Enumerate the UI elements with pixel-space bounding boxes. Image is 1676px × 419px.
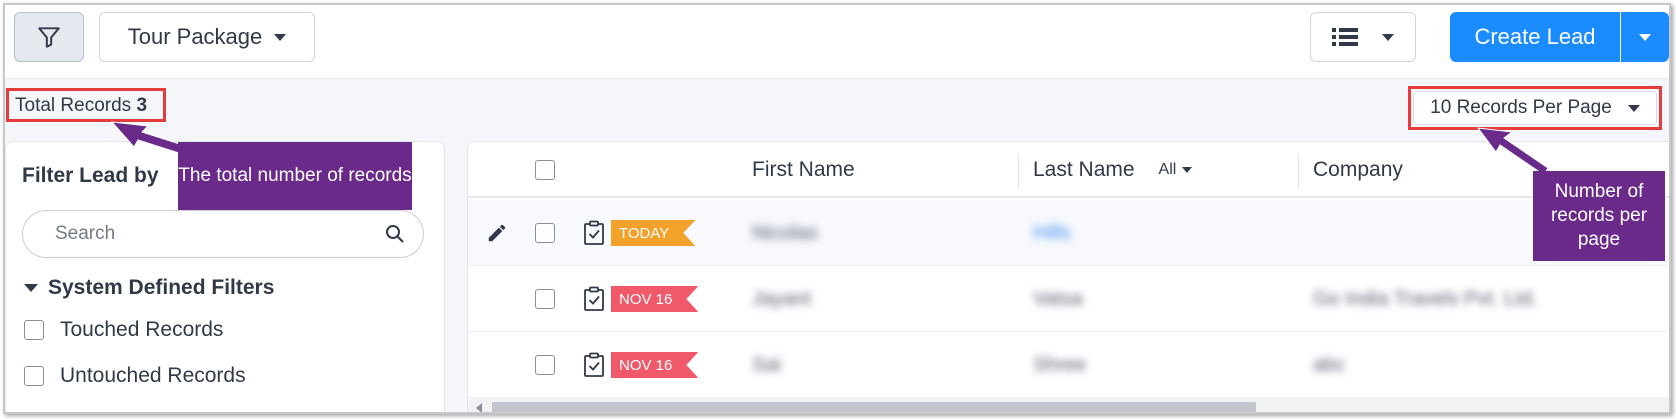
- company-cell: abc: [1313, 353, 1346, 376]
- funnel-icon: [38, 27, 60, 48]
- table-header: First Name Last Name All Company: [468, 142, 1669, 198]
- filter-option-untouched[interactable]: Untouched Records: [24, 364, 246, 388]
- search-icon: [386, 225, 404, 243]
- first-name-cell: Jayant: [752, 287, 811, 310]
- row-checkbox[interactable]: [535, 223, 555, 243]
- first-name-cell: Sai: [752, 353, 781, 376]
- search-placeholder: Search: [55, 223, 116, 244]
- column-header-company[interactable]: Company: [1313, 142, 1403, 198]
- filter-value: All: [1158, 161, 1177, 178]
- checkbox[interactable]: [24, 366, 44, 386]
- filter-option-label: Touched Records: [60, 318, 224, 341]
- column-divider[interactable]: [1298, 154, 1299, 188]
- date-badge: NOV 16: [611, 352, 698, 378]
- filter-toggle-button[interactable]: [14, 12, 84, 62]
- chevron-down-icon: [1182, 167, 1193, 173]
- custom-view-dropdown[interactable]: Tour Package: [99, 12, 315, 62]
- filter-option-label: Untouched Records: [60, 364, 246, 387]
- column-header-first-name[interactable]: First Name: [752, 142, 855, 198]
- row-select: [535, 332, 555, 398]
- status-badge: TODAY: [611, 220, 695, 246]
- row-select: [535, 200, 555, 266]
- filter-panel-title: Filter Lead by: [22, 164, 159, 187]
- edit-icon[interactable]: [486, 200, 508, 266]
- table-row[interactable]: TODAY Nicolas Hills: [468, 200, 1669, 266]
- row-select: [535, 266, 555, 332]
- per-page-highlight: [1408, 86, 1662, 130]
- checkbox[interactable]: [24, 320, 44, 340]
- table-row[interactable]: NOV 16 Jayant Vatsa Go India Travels Pvt…: [468, 266, 1669, 332]
- date-badge: NOV 16: [611, 286, 698, 312]
- last-name-cell[interactable]: Shree: [1033, 332, 1086, 398]
- last-name-cell[interactable]: Vatsa: [1033, 266, 1083, 332]
- horizontal-scrollbar[interactable]: [468, 397, 1669, 412]
- date-tag-cell: NOV 16: [611, 266, 698, 332]
- row-checkbox[interactable]: [535, 289, 555, 309]
- select-all-cell: [535, 142, 555, 198]
- list-view-button[interactable]: [1310, 12, 1416, 62]
- filter-search-input[interactable]: Search: [22, 210, 424, 258]
- leads-table: First Name Last Name All Company TODAY N…: [467, 141, 1669, 412]
- create-options-dropdown[interactable]: [1621, 12, 1669, 62]
- table-row[interactable]: NOV 16 Sai Shree abc: [468, 332, 1669, 398]
- caret-down-icon: [24, 284, 38, 292]
- filter-option-touched[interactable]: Touched Records: [24, 318, 223, 342]
- total-records-highlight: [6, 88, 166, 122]
- system-filters-title: System Defined Filters: [48, 276, 275, 299]
- last-name-link[interactable]: Hills: [1033, 200, 1071, 266]
- system-filters-toggle[interactable]: System Defined Filters: [24, 276, 274, 300]
- last-name-label: Last Name: [1033, 158, 1135, 181]
- chevron-down-icon: [1382, 33, 1394, 41]
- column-header-last-name[interactable]: Last Name All: [1033, 142, 1193, 198]
- row-checkbox[interactable]: [535, 355, 555, 375]
- task-icon[interactable]: [583, 200, 605, 266]
- last-name-filter-dropdown[interactable]: All: [1159, 161, 1193, 179]
- chevron-down-icon: [274, 33, 287, 41]
- scrollbar-thumb[interactable]: [492, 402, 1256, 412]
- create-lead-button[interactable]: Create Lead: [1450, 12, 1620, 62]
- column-divider[interactable]: [1018, 154, 1019, 188]
- first-name-cell: Nicolas: [752, 221, 818, 244]
- list-view-icon: [1332, 28, 1358, 46]
- task-icon[interactable]: [583, 266, 605, 332]
- task-icon[interactable]: [583, 332, 605, 398]
- select-all-checkbox[interactable]: [535, 160, 555, 180]
- date-tag-cell: NOV 16: [611, 332, 698, 398]
- chevron-down-icon: [1639, 33, 1651, 41]
- total-records-callout: The total number of records: [178, 142, 412, 210]
- date-tag-cell: TODAY: [611, 200, 695, 266]
- view-label: Tour Package: [127, 24, 263, 49]
- per-page-callout: Number of records per page: [1533, 171, 1665, 261]
- top-toolbar: Tour Package Create Lead: [5, 5, 1669, 79]
- company-cell: Go India Travels Pvt. Ltd.: [1313, 287, 1538, 310]
- scroll-left-arrow-icon[interactable]: [476, 403, 482, 412]
